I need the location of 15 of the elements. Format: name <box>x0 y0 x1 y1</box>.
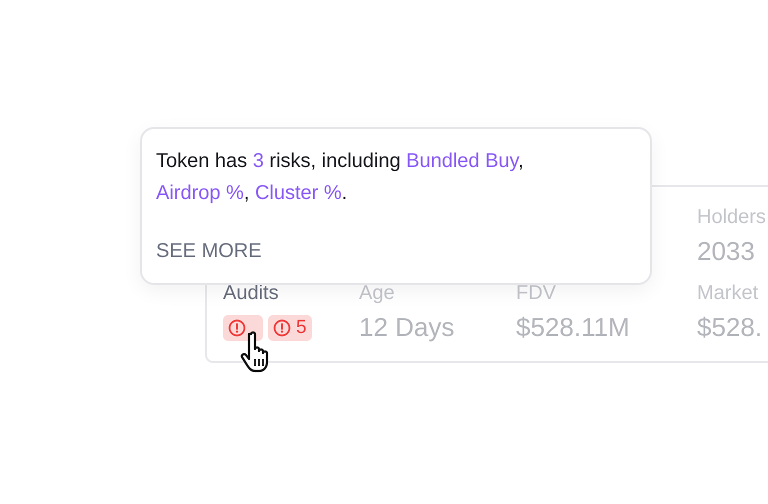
stat-label: Market <box>697 281 758 305</box>
see-more-link[interactable]: SEE MORE <box>156 239 262 263</box>
risk-badge[interactable]: 5 <box>268 315 312 341</box>
stat-value: 12 Days <box>359 311 454 343</box>
risk-badge[interactable] <box>223 315 263 341</box>
stat-label: Holders <box>697 205 766 229</box>
stat-value: $528.11M <box>516 311 630 343</box>
stat-label: FDV <box>516 281 556 305</box>
stat-label: Audits <box>223 281 279 305</box>
warning-icon <box>228 319 246 337</box>
stat-value: $528. <box>697 311 762 343</box>
warning-icon <box>273 319 291 337</box>
stat-label: Age <box>359 281 395 305</box>
stat-value: 2033 <box>697 235 755 267</box>
risk-message: Token has 3 risks, including Bundled Buy, Airdrop %, Cluster %. <box>156 149 525 206</box>
